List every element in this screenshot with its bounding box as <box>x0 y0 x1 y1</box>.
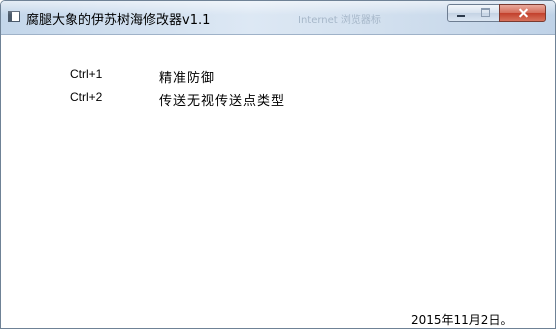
app-window-icon[interactable] <box>8 11 20 22</box>
hotkey-row: Ctrl+1 精准防御 <box>1 67 555 87</box>
hotkey-key: Ctrl+2 <box>70 90 103 104</box>
window-title: 腐腿大象的伊苏树海修改器v1.1 <box>26 13 211 28</box>
client-area: Ctrl+1 精准防御 Ctrl+2 传送无视传送点类型 2015年11月2日。 <box>1 35 555 328</box>
title-bar[interactable]: 腐腿大象的伊苏树海修改器v1.1 Internet 浏览器标 <box>1 1 555 35</box>
minimize-button[interactable] <box>447 4 474 22</box>
release-date: 2015年11月2日。 <box>411 313 513 327</box>
background-window-title: Internet 浏览器标 <box>298 15 381 26</box>
close-button[interactable] <box>499 4 546 22</box>
hotkey-action: 精准防御 <box>159 71 216 86</box>
hotkey-key: Ctrl+1 <box>70 67 103 81</box>
app-window: 腐腿大象的伊苏树海修改器v1.1 Internet 浏览器标 Ctrl+1 精准… <box>0 0 556 329</box>
hotkey-row: Ctrl+2 传送无视传送点类型 <box>1 90 555 110</box>
hotkey-action: 传送无视传送点类型 <box>159 94 286 109</box>
maximize-button[interactable] <box>473 4 500 22</box>
